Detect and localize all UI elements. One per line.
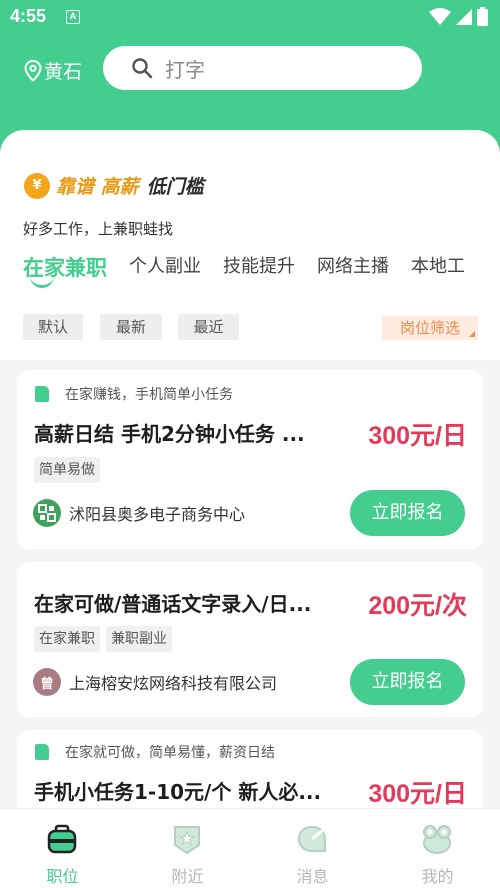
filter-corner-icon [469, 331, 475, 337]
company-name: 沭阳县奥多电子商务中心 [69, 505, 246, 524]
nav-label: 职位 [46, 867, 79, 886]
apply-button[interactable]: 立即报名 [350, 490, 465, 536]
status-time: 4:55 [10, 6, 47, 26]
job-salary: 300元/日 [368, 780, 467, 808]
slogan-highlight: 靠谱 高薪 [56, 176, 139, 198]
nav-nearby[interactable]: 附近 [125, 809, 250, 888]
coin-icon: ¥ [24, 172, 50, 199]
job-salary: 200元/次 [368, 592, 467, 620]
company-info: 沭阳县奥多电子商务中心 [33, 499, 245, 527]
tab-personal-side-job[interactable]: 个人副业 [129, 252, 201, 278]
location-selector[interactable]: 黄石 [24, 57, 82, 84]
nearby-badge-icon [174, 826, 200, 855]
frog-face-icon [423, 825, 451, 854]
location-label: 黄石 [44, 61, 83, 83]
tab-online-streamer[interactable]: 网络主播 [317, 252, 389, 278]
document-icon [35, 386, 49, 402]
job-title: 高薪日结 手机2分钟小任务 ... [34, 422, 305, 446]
location-pin-icon [24, 59, 42, 82]
position-filter-label: 岗位筛选 [399, 319, 460, 337]
job-card[interactable]: 在家可做/普通话文字录入/日... 200元/次 在家兼职 兼职副业 曾 上海榕… [17, 562, 483, 717]
company-info: 曾 上海榕安炫网络科技有限公司 [33, 668, 277, 696]
bottom-nav: 职位 附近 消息 我的 [0, 808, 500, 888]
slogan: ¥ 靠谱 高薪 低门槛 [24, 172, 204, 199]
search-icon [132, 58, 153, 79]
nav-label: 消息 [296, 867, 329, 886]
search-input[interactable]: 打字 [165, 54, 205, 83]
subtitle: 好多工作，上兼职蛙找 [23, 220, 174, 238]
tab-skill-upgrade[interactable]: 技能提升 [223, 252, 295, 278]
status-bar: 4:55 A [0, 0, 500, 34]
nav-messages[interactable]: 消息 [250, 809, 375, 888]
job-label: 兼职副业 [106, 626, 172, 652]
company-avatar: 曾 [33, 668, 61, 696]
job-tag-text: 在家赚钱，手机简单小任务 [65, 387, 233, 403]
battery-icon [477, 7, 488, 26]
nav-profile[interactable]: 我的 [375, 809, 500, 888]
job-card[interactable]: 在家赚钱，手机简单小任务 高薪日结 手机2分钟小任务 ... 300元/日 简单… [17, 370, 483, 549]
job-label: 简单易做 [34, 457, 100, 483]
nav-label: 我的 [421, 867, 454, 886]
job-tag-text: 在家就可做，简单易懂，薪资日结 [65, 745, 275, 761]
nav-label: 附近 [171, 867, 204, 886]
sort-default-chip[interactable]: 默认 [23, 314, 83, 340]
job-labels: 简单易做 [34, 457, 100, 483]
message-icon [297, 825, 326, 852]
job-labels: 在家兼职 兼职副业 [34, 626, 172, 652]
job-label: 在家兼职 [34, 626, 100, 652]
wifi-icon [429, 7, 451, 25]
company-logo-icon [33, 499, 61, 527]
job-card[interactable]: 在家就可做，简单易懂，薪资日结 手机小任务1-10元/个 新人必... 300元… [17, 730, 483, 820]
job-tag: 在家赚钱，手机简单小任务 [35, 384, 233, 404]
notification-icon: A [66, 10, 80, 24]
sort-latest-chip[interactable]: 最新 [100, 314, 162, 340]
signal-icon [456, 8, 472, 25]
document-icon [35, 744, 49, 760]
job-title: 在家可做/普通话文字录入/日... [34, 592, 312, 616]
company-name: 上海榕安炫网络科技有限公司 [69, 674, 278, 693]
filter-bar: 默认 最新 最近 岗位筛选 [23, 314, 478, 340]
search-bar[interactable]: 打字 [103, 46, 422, 90]
position-filter-button[interactable]: 岗位筛选 [382, 316, 478, 340]
tab-local-work[interactable]: 本地工 [411, 252, 465, 278]
status-icons [429, 7, 488, 26]
nav-jobs[interactable]: 职位 [0, 809, 125, 888]
job-salary: 300元/日 [368, 422, 467, 450]
sort-nearest-chip[interactable]: 最近 [178, 314, 239, 340]
slogan-rest: 低门槛 [146, 176, 204, 198]
apply-button[interactable]: 立即报名 [350, 659, 465, 705]
category-tabs: 在家兼职 个人副业 技能提升 网络主播 本地工 [23, 252, 500, 292]
job-tag: 在家就可做，简单易懂，薪资日结 [35, 742, 275, 762]
job-title: 手机小任务1-10元/个 新人必... [34, 780, 322, 804]
briefcase-icon [47, 824, 77, 854]
